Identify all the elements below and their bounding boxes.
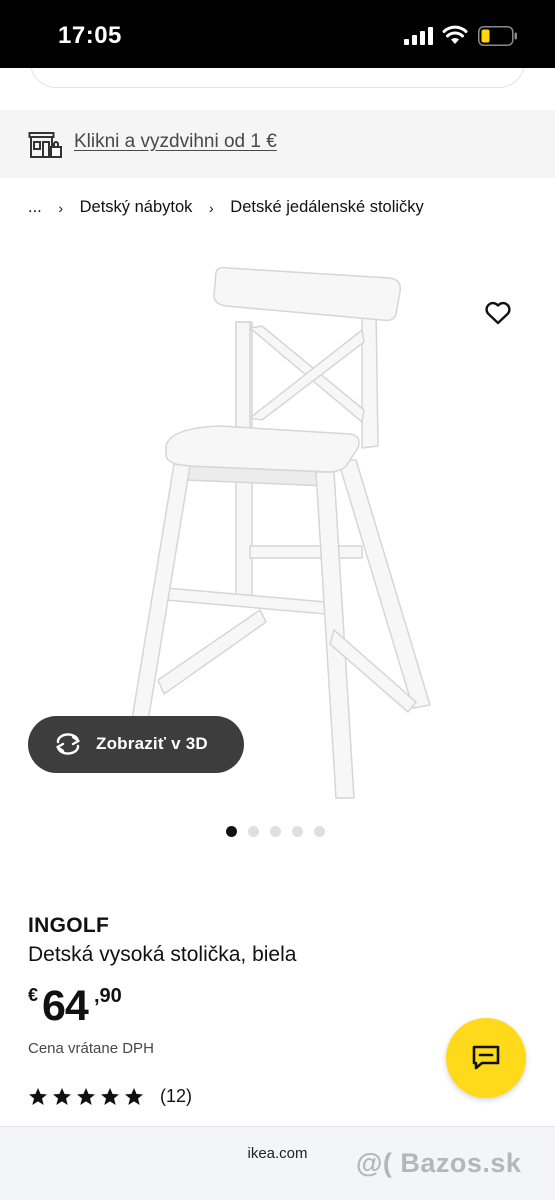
- view-3d-label: Zobraziť v 3D: [96, 734, 208, 753]
- click-and-collect-banner: Klikni a vyzdvihni od 1 €: [0, 110, 555, 178]
- price-vat-note: Cena vrátane DPH: [28, 1040, 154, 1057]
- pager-dot-3[interactable]: [270, 826, 281, 837]
- chat-icon: [472, 1045, 500, 1070]
- battery-icon: [478, 26, 517, 46]
- product-description: Detská vysoká stolička, biela: [28, 943, 297, 966]
- star-icon: [77, 1087, 95, 1105]
- status-bar: 17:05: [0, 0, 555, 68]
- chevron-right-icon: ›: [58, 199, 64, 216]
- product-name: INGOLF: [28, 914, 110, 937]
- rotate-3d-icon: [56, 733, 80, 755]
- heart-icon[interactable]: [484, 300, 512, 326]
- star-icon: [101, 1087, 119, 1105]
- star-icon: [53, 1087, 71, 1105]
- store-pickup-icon: [28, 132, 62, 158]
- chat-button[interactable]: [446, 1018, 526, 1098]
- view-3d-button[interactable]: Zobraziť v 3D: [28, 716, 244, 773]
- rating-count[interactable]: (12): [160, 1086, 192, 1107]
- star-icon: [125, 1087, 143, 1105]
- status-time: 17:05: [58, 22, 122, 49]
- pager-dot-5[interactable]: [314, 826, 325, 837]
- star-icon: [29, 1087, 47, 1105]
- product-rating[interactable]: (12): [28, 1084, 192, 1108]
- price-currency: €: [28, 985, 39, 1005]
- breadcrumb-item-highchairs[interactable]: Detské jedálenské stoličky: [230, 198, 424, 217]
- watermark: @( Bazos.sk: [356, 1148, 522, 1178]
- click-and-collect-link[interactable]: Klikni a vyzdvihni od 1 €: [74, 131, 277, 153]
- price-integer: 64: [42, 982, 89, 1030]
- cellular-signal-icon: [404, 27, 433, 45]
- chevron-right-icon: ›: [209, 199, 214, 216]
- breadcrumb-item-kids-furniture[interactable]: Detský nábytok: [80, 198, 193, 217]
- pager-dot-1[interactable]: [226, 826, 237, 837]
- gallery-pager: [226, 826, 325, 838]
- pager-dot-2[interactable]: [248, 826, 259, 837]
- breadcrumb-ellipsis[interactable]: ...: [28, 198, 42, 217]
- price-decimal: ,90: [94, 985, 122, 1007]
- wifi-icon: [442, 25, 468, 44]
- breadcrumb: ... › Detský nábytok › Detské jedálenské…: [28, 198, 424, 217]
- pager-dot-4[interactable]: [292, 826, 303, 837]
